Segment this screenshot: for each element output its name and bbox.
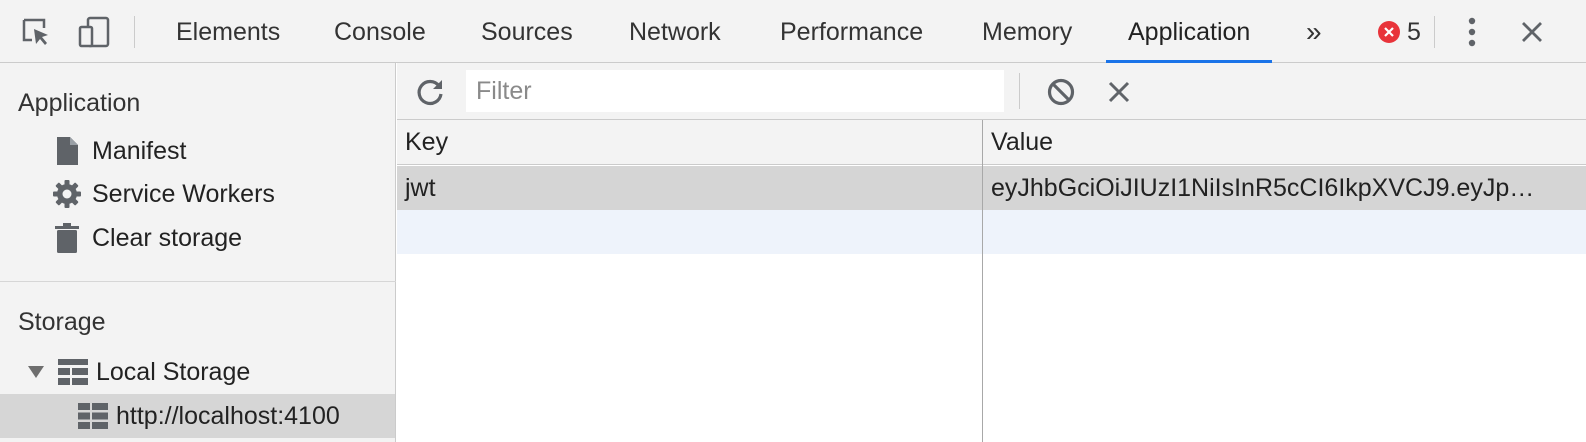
tab-application[interactable]: Application: [1106, 0, 1273, 63]
table-icon: [56, 355, 90, 389]
sidebar-item-label: Local Storage: [96, 357, 251, 386]
refresh-icon[interactable]: [411, 73, 449, 111]
clear-all-icon[interactable]: [1042, 73, 1080, 111]
sidebar-item-label: Clear storage: [92, 223, 243, 252]
table-row-empty[interactable]: [397, 210, 1586, 254]
sidebar-item-manifest[interactable]: Manifest: [50, 131, 186, 171]
storage-toolbar: [397, 63, 1586, 120]
sidebar-item-label: Manifest: [92, 136, 187, 165]
tab-memory[interactable]: Memory: [960, 0, 1094, 62]
table-icon: [76, 399, 110, 433]
cell-key[interactable]: jwt: [397, 166, 982, 210]
sidebar-item-label: Service Workers: [92, 179, 275, 208]
toolbar-divider: [1019, 73, 1020, 109]
local-storage-panel: Key Value jwt eyJhbGciOiJIUzI1NiIsInR5cC…: [397, 63, 1586, 442]
section-title-application: Application: [18, 89, 141, 117]
sidebar-divider: [0, 281, 396, 282]
devtools-tab-bar: Elements Console Sources Network Perform…: [0, 0, 1586, 63]
tab-elements[interactable]: Elements: [154, 0, 302, 62]
table-header: Key Value: [397, 120, 1586, 165]
sidebar-item-label: http://localhost:4100: [116, 401, 340, 430]
sidebar-item-service-workers[interactable]: Service Workers: [50, 174, 275, 214]
application-sidebar: Application Manifest Service Workers Cle…: [0, 63, 396, 442]
tab-performance[interactable]: Performance: [758, 0, 945, 62]
sidebar-item-local-storage[interactable]: Local Storage: [28, 352, 250, 392]
sidebar-item-localhost-origin[interactable]: http://localhost:4100: [0, 394, 395, 438]
inspect-element-icon[interactable]: [18, 14, 54, 50]
error-counter[interactable]: 5: [1378, 18, 1421, 46]
expand-triangle-icon[interactable]: [28, 366, 44, 378]
device-toolbar-icon[interactable]: [76, 14, 112, 50]
filter-input[interactable]: [466, 70, 1004, 112]
storage-table: Key Value jwt eyJhbGciOiJIUzI1NiIsInR5cC…: [397, 120, 1586, 442]
tab-network[interactable]: Network: [607, 0, 743, 62]
error-count: 5: [1407, 18, 1421, 46]
more-options-icon[interactable]: [1454, 14, 1490, 50]
column-header-key[interactable]: Key: [397, 120, 982, 164]
document-icon: [50, 134, 84, 168]
table-row[interactable]: jwt eyJhbGciOiJIUzI1NiIsInR5cCI6IkpXVCJ9…: [397, 166, 1586, 210]
sidebar-item-clear-storage[interactable]: Clear storage: [50, 218, 242, 258]
column-divider[interactable]: [982, 120, 983, 442]
cell-value[interactable]: eyJhbGciOiJIUzI1NiIsInR5cCI6IkpXVCJ9.eyJ…: [983, 166, 1571, 210]
section-title-storage: Storage: [18, 308, 106, 336]
toolbar-divider: [1434, 16, 1435, 48]
toolbar-divider: [134, 16, 135, 48]
more-tabs-button[interactable]: »: [1284, 0, 1344, 62]
delete-selected-icon[interactable]: [1100, 73, 1138, 111]
trash-icon: [50, 221, 84, 255]
tab-console[interactable]: Console: [312, 0, 448, 62]
gear-icon: [50, 177, 84, 211]
column-header-value[interactable]: Value: [983, 120, 1583, 164]
error-icon: [1378, 21, 1400, 43]
close-devtools-icon[interactable]: [1514, 14, 1550, 50]
tab-sources[interactable]: Sources: [459, 0, 595, 62]
